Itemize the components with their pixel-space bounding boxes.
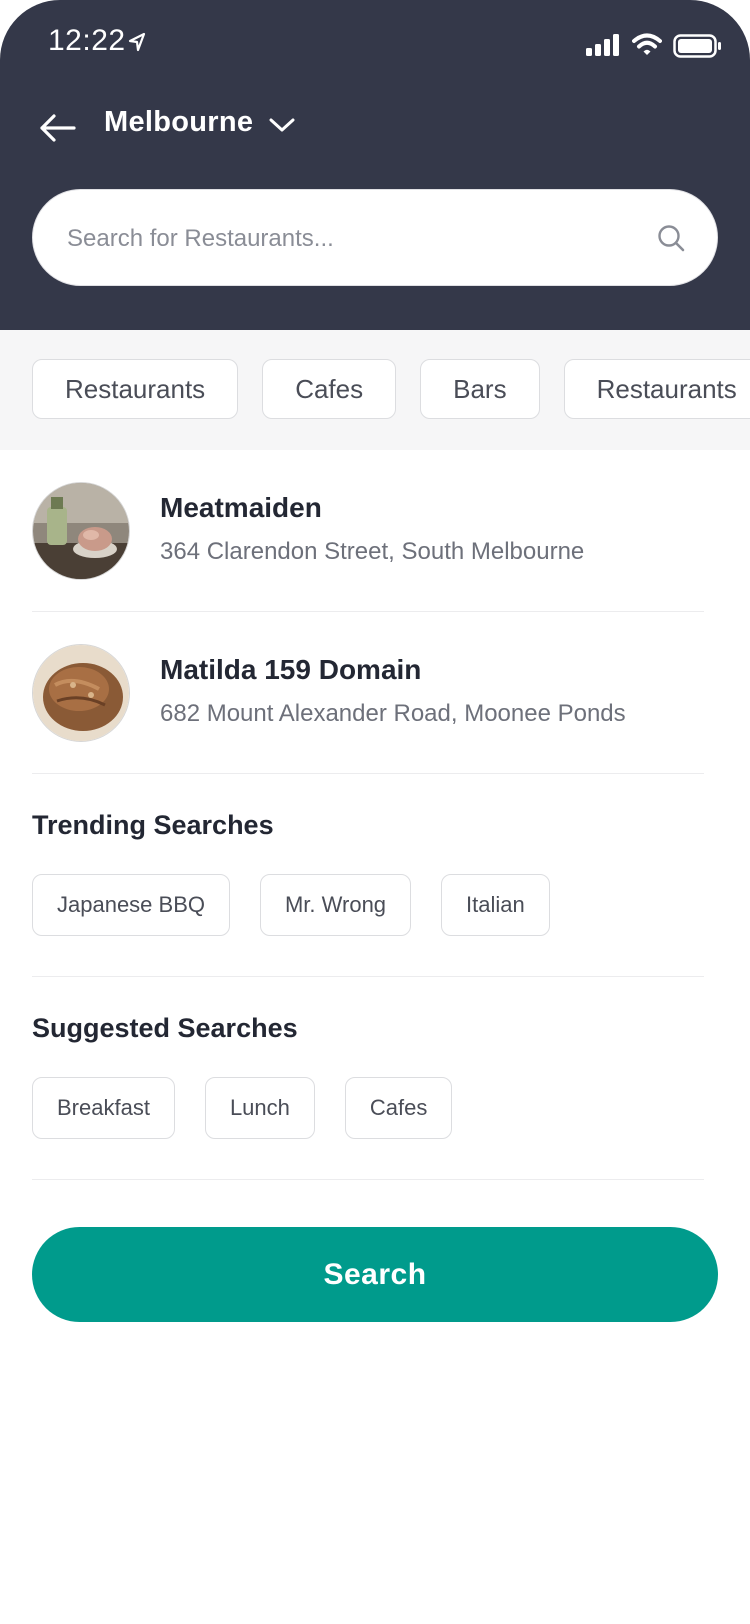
battery-icon	[673, 34, 721, 58]
search-input[interactable]	[65, 190, 649, 287]
restaurant-name: Meatmaiden	[160, 492, 322, 523]
search-tag[interactable]: Cafes	[344, 1077, 453, 1139]
search-tag[interactable]: Japanese BBQ	[32, 874, 230, 936]
restaurant-address: 364 Clarendon Street, South Melbourne	[160, 538, 585, 565]
city-selector[interactable]: Melbourne	[104, 106, 295, 139]
trending-tags: Japanese BBQ Mr. Wrong Italian	[32, 874, 550, 936]
category-filter-bar: Restaurants Cafes Bars Restaurants	[0, 330, 750, 450]
search-icon[interactable]	[657, 224, 685, 252]
suggested-tags: Breakfast Lunch Cafes	[32, 1077, 453, 1139]
search-tag[interactable]: Lunch	[204, 1077, 315, 1139]
header: 12:22 Melbourne	[0, 0, 750, 330]
search-tag[interactable]: Breakfast	[32, 1077, 175, 1139]
restaurant-result[interactable]: Matilda 159 Domain 682 Mount Alexander R…	[32, 612, 704, 774]
section-title: Suggested Searches	[32, 1013, 298, 1043]
signal-icon	[586, 34, 619, 56]
app-screen: 12:22 Melbourne Search for Restaurants..…	[0, 0, 750, 1624]
search-bar[interactable]	[32, 189, 718, 287]
restaurant-name: Matilda 159 Domain	[160, 654, 422, 685]
status-time: 12:22	[48, 24, 126, 57]
back-arrow-icon[interactable]	[36, 108, 80, 148]
wifi-icon	[632, 33, 662, 55]
restaurant-thumbnail	[32, 644, 130, 742]
restaurant-result[interactable]: Meatmaiden 364 Clarendon Street, South M…	[32, 450, 704, 612]
section-title: Trending Searches	[32, 810, 274, 840]
category-chips: Restaurants Cafes Bars Restaurants	[32, 359, 750, 419]
search-tag[interactable]: Italian	[441, 874, 550, 936]
restaurant-thumbnail	[32, 482, 130, 580]
category-chip-cafes[interactable]: Cafes	[262, 359, 397, 419]
search-content: Meatmaiden 364 Clarendon Street, South M…	[32, 450, 704, 1180]
trending-searches-section: Trending Searches Japanese BBQ Mr. Wrong…	[32, 774, 704, 977]
chevron-down-icon	[269, 118, 295, 131]
category-chip-restaurants[interactable]: Restaurants	[32, 359, 239, 419]
location-arrow-icon	[128, 32, 146, 52]
search-tag[interactable]: Mr. Wrong	[259, 874, 412, 936]
restaurant-address: 682 Mount Alexander Road, Moonee Ponds	[160, 700, 626, 727]
city-label: Melbourne	[104, 106, 254, 138]
search-button[interactable]: Search	[32, 1227, 718, 1322]
suggested-searches-section: Suggested Searches Breakfast Lunch Cafes	[32, 977, 704, 1180]
category-chip-restaurants-2[interactable]: Restaurants	[563, 359, 750, 419]
category-chip-bars[interactable]: Bars	[420, 359, 540, 419]
